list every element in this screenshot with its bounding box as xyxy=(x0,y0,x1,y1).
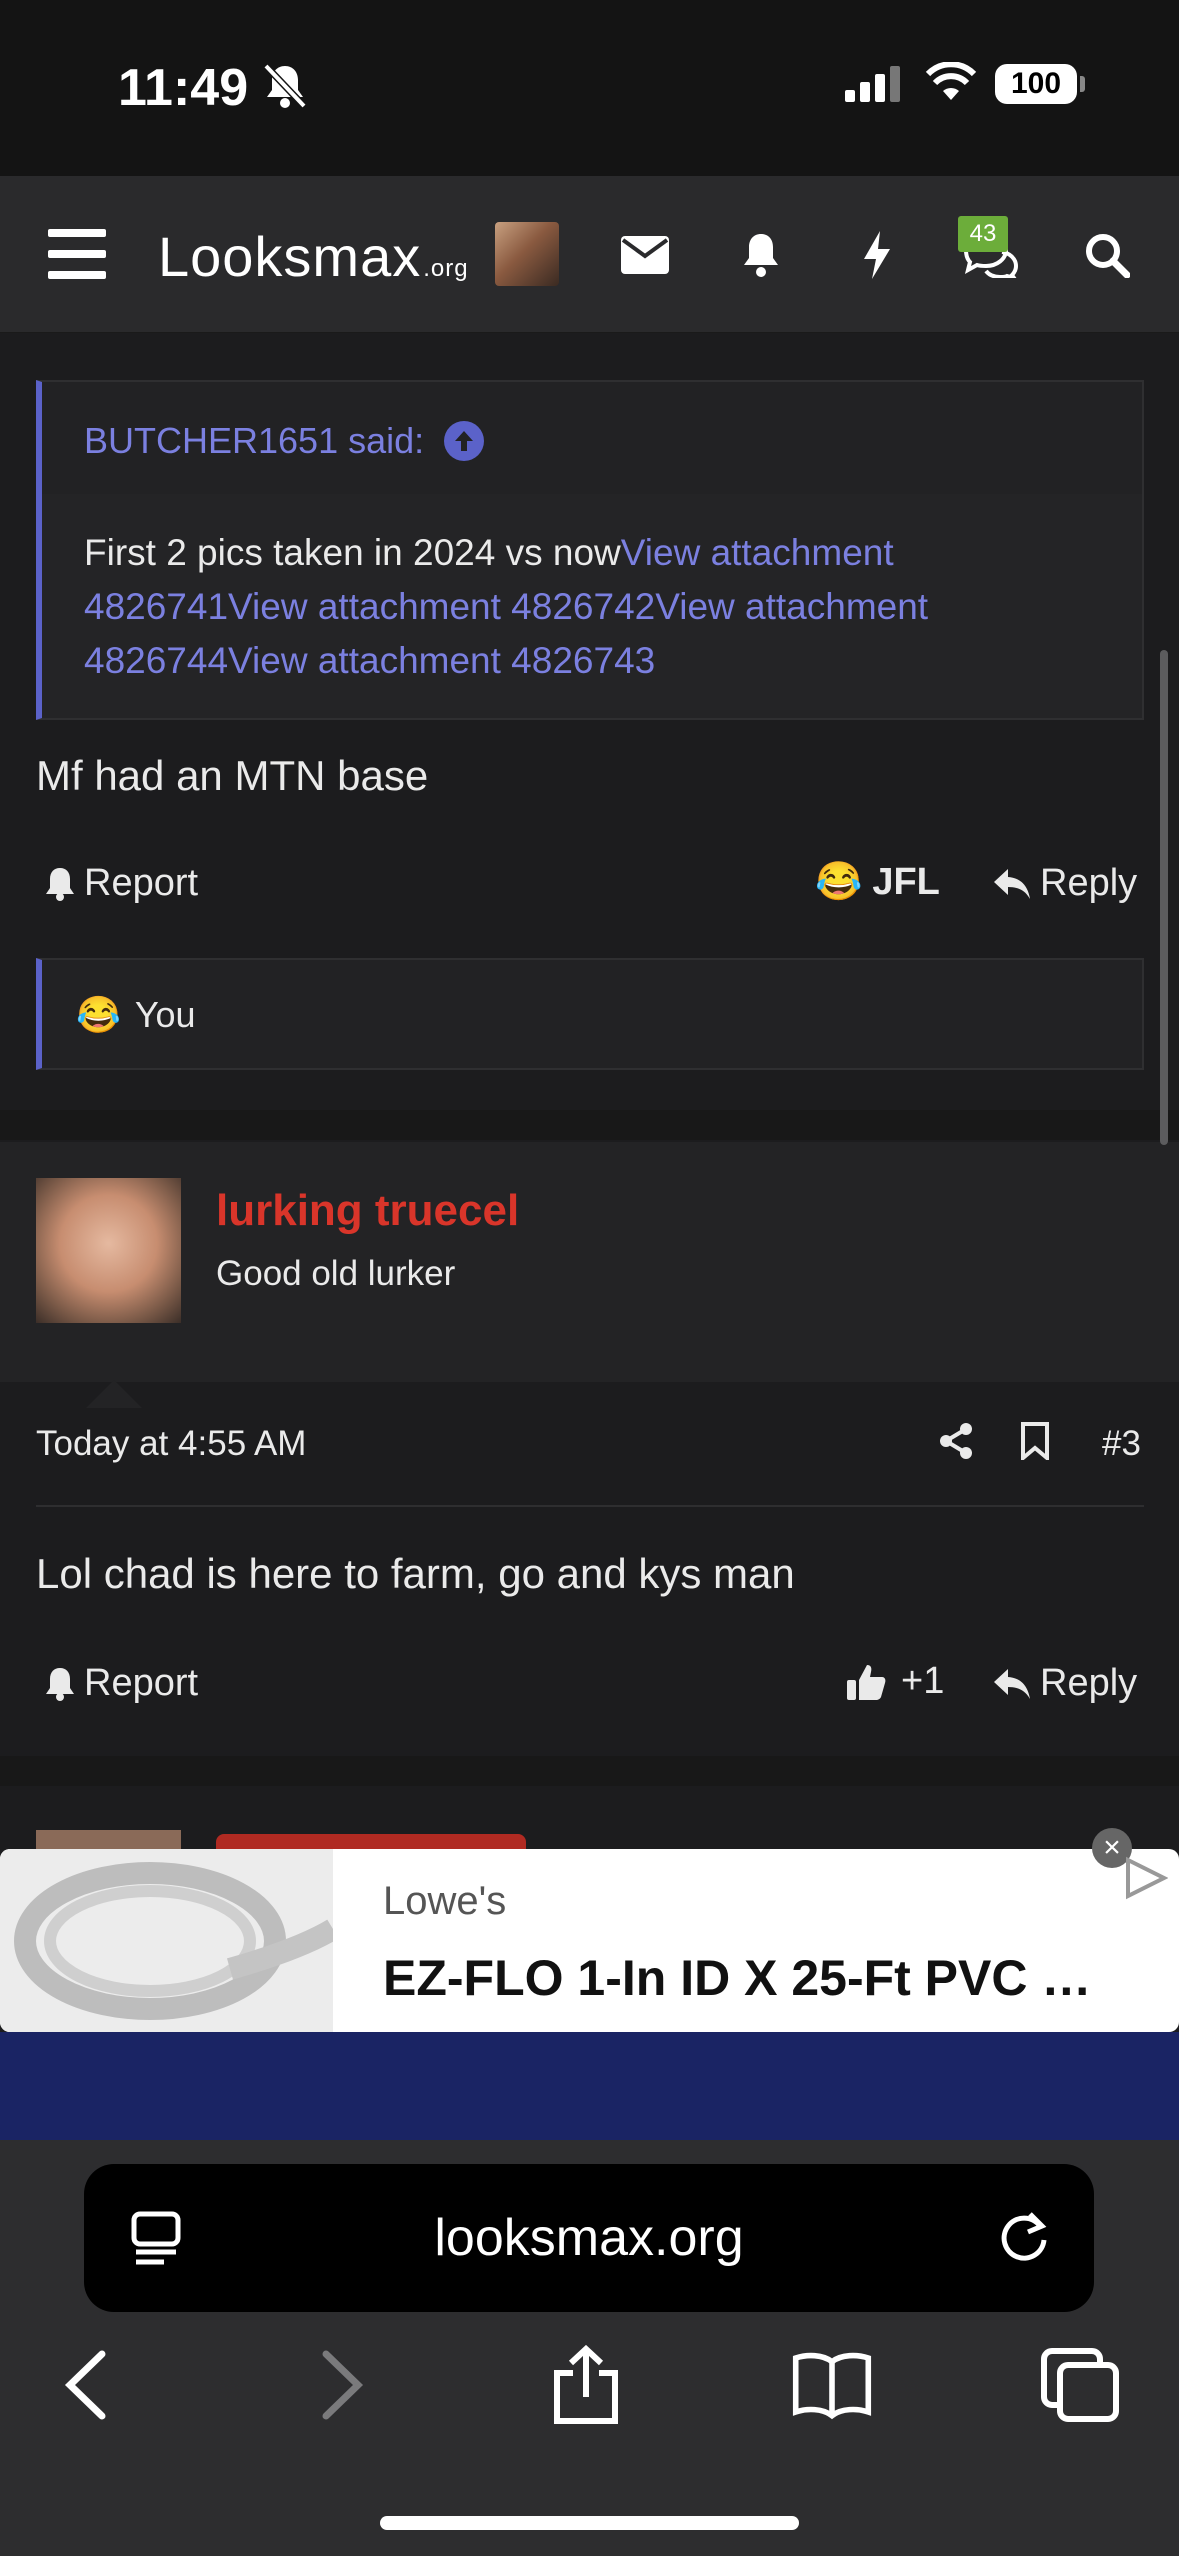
status-bar: 11:49 100 xyxy=(0,0,1179,176)
reply-icon xyxy=(994,1668,1030,1699)
inbox-icon[interactable] xyxy=(614,224,676,286)
reaction-jfl-button[interactable]: 😂 JFL xyxy=(815,860,940,904)
battery-tip xyxy=(1080,76,1085,92)
post-number-link[interactable]: #3 xyxy=(1102,1424,1141,1464)
menu-icon[interactable] xyxy=(48,229,106,279)
status-time: 11:49 xyxy=(118,59,249,117)
site-header: Looksmax.org 43 xyxy=(0,176,1179,333)
post-body: Lol chad is here to farm, go and kys man xyxy=(36,1550,795,1597)
ad-product-image[interactable] xyxy=(0,1849,333,2032)
meta-divider xyxy=(36,1505,1144,1507)
attachment-link[interactable]: View attachment 4826743 xyxy=(228,640,655,681)
joy-emoji-icon: 😂 xyxy=(815,861,863,903)
ad-banner[interactable]: Lowe's EZ-FLO 1-In ID X 25-Ft PVC … xyxy=(0,1849,1179,2032)
post-author: lurking truecel Good old lurker xyxy=(0,1142,1179,1382)
quote-block: BUTCHER1651 said: First 2 pics taken in … xyxy=(36,380,1144,720)
post-divider xyxy=(0,1756,1179,1786)
whats-new-icon[interactable] xyxy=(846,224,908,286)
post-body: Mf had an MTN base xyxy=(36,752,429,799)
report-button[interactable]: Report xyxy=(44,1662,198,1705)
conversations-badge: 43 xyxy=(958,216,1008,252)
author-pointer xyxy=(86,1380,142,1408)
author-name[interactable]: lurking truecel xyxy=(216,1186,519,1236)
scrollbar[interactable] xyxy=(1160,650,1168,1145)
quote-header: BUTCHER1651 said: xyxy=(42,382,1142,494)
reply-icon xyxy=(994,868,1030,899)
wifi-icon xyxy=(925,61,977,107)
author-avatar[interactable] xyxy=(36,1178,181,1323)
user-avatar[interactable] xyxy=(495,222,559,286)
reply-button[interactable]: Reply xyxy=(992,862,1137,905)
quote-body: First 2 pics taken in 2024 vs nowView at… xyxy=(84,532,929,681)
ad-choices-icon[interactable] xyxy=(1124,1856,1169,1905)
bell-icon xyxy=(46,867,74,901)
share-button[interactable] xyxy=(938,1422,982,1460)
reload-icon[interactable] xyxy=(994,2208,1054,2273)
back-icon[interactable] xyxy=(46,2345,126,2425)
bookmarks-icon[interactable] xyxy=(792,2345,872,2425)
share-sheet-icon[interactable] xyxy=(546,2345,626,2425)
silent-mode-icon xyxy=(262,62,308,115)
url-text[interactable]: looksmax.org xyxy=(84,2164,1094,2312)
home-indicator[interactable] xyxy=(380,2516,799,2530)
bookmark-button[interactable] xyxy=(1020,1422,1058,1460)
quote-author-link[interactable]: BUTCHER1651 said: xyxy=(84,420,485,462)
report-button[interactable]: Report xyxy=(44,862,198,905)
reply-button[interactable]: Reply xyxy=(992,1662,1137,1705)
tabs-icon[interactable] xyxy=(1040,2345,1120,2425)
author-title: Good old lurker xyxy=(216,1254,456,1293)
battery-indicator: 100 xyxy=(995,64,1077,104)
joy-emoji-icon: 😂 xyxy=(76,994,121,1035)
jump-to-quote-icon[interactable] xyxy=(444,421,485,461)
address-bar[interactable]: looksmax.org xyxy=(84,2164,1094,2312)
like-button[interactable]: +1 xyxy=(845,1660,944,1703)
attachment-link[interactable]: View attachment 4826742 xyxy=(228,586,655,627)
post-timestamp[interactable]: Today at 4:55 AM xyxy=(36,1424,306,1464)
site-logo[interactable]: Looksmax.org xyxy=(158,224,469,289)
thumbs-up-icon xyxy=(847,1664,886,1700)
ad-brand: Lowe's xyxy=(383,1879,507,1923)
next-author-name xyxy=(216,1834,526,1849)
bell-icon xyxy=(46,1667,74,1701)
share-icon xyxy=(940,1423,972,1459)
search-icon[interactable] xyxy=(1076,224,1138,286)
forward-icon[interactable] xyxy=(302,2345,382,2425)
reacted-by[interactable]: You xyxy=(135,994,196,1036)
cellular-signal-icon xyxy=(845,66,903,107)
ad-footer-band xyxy=(0,2032,1179,2140)
next-author-avatar xyxy=(36,1830,181,1849)
post-divider xyxy=(0,1110,1179,1140)
bookmark-icon xyxy=(1021,1422,1049,1460)
reactions-bar[interactable]: 😂 You xyxy=(36,958,1144,1070)
notifications-icon[interactable] xyxy=(730,224,792,286)
ad-title[interactable]: EZ-FLO 1-In ID X 25-Ft PVC … xyxy=(383,1949,1143,2007)
